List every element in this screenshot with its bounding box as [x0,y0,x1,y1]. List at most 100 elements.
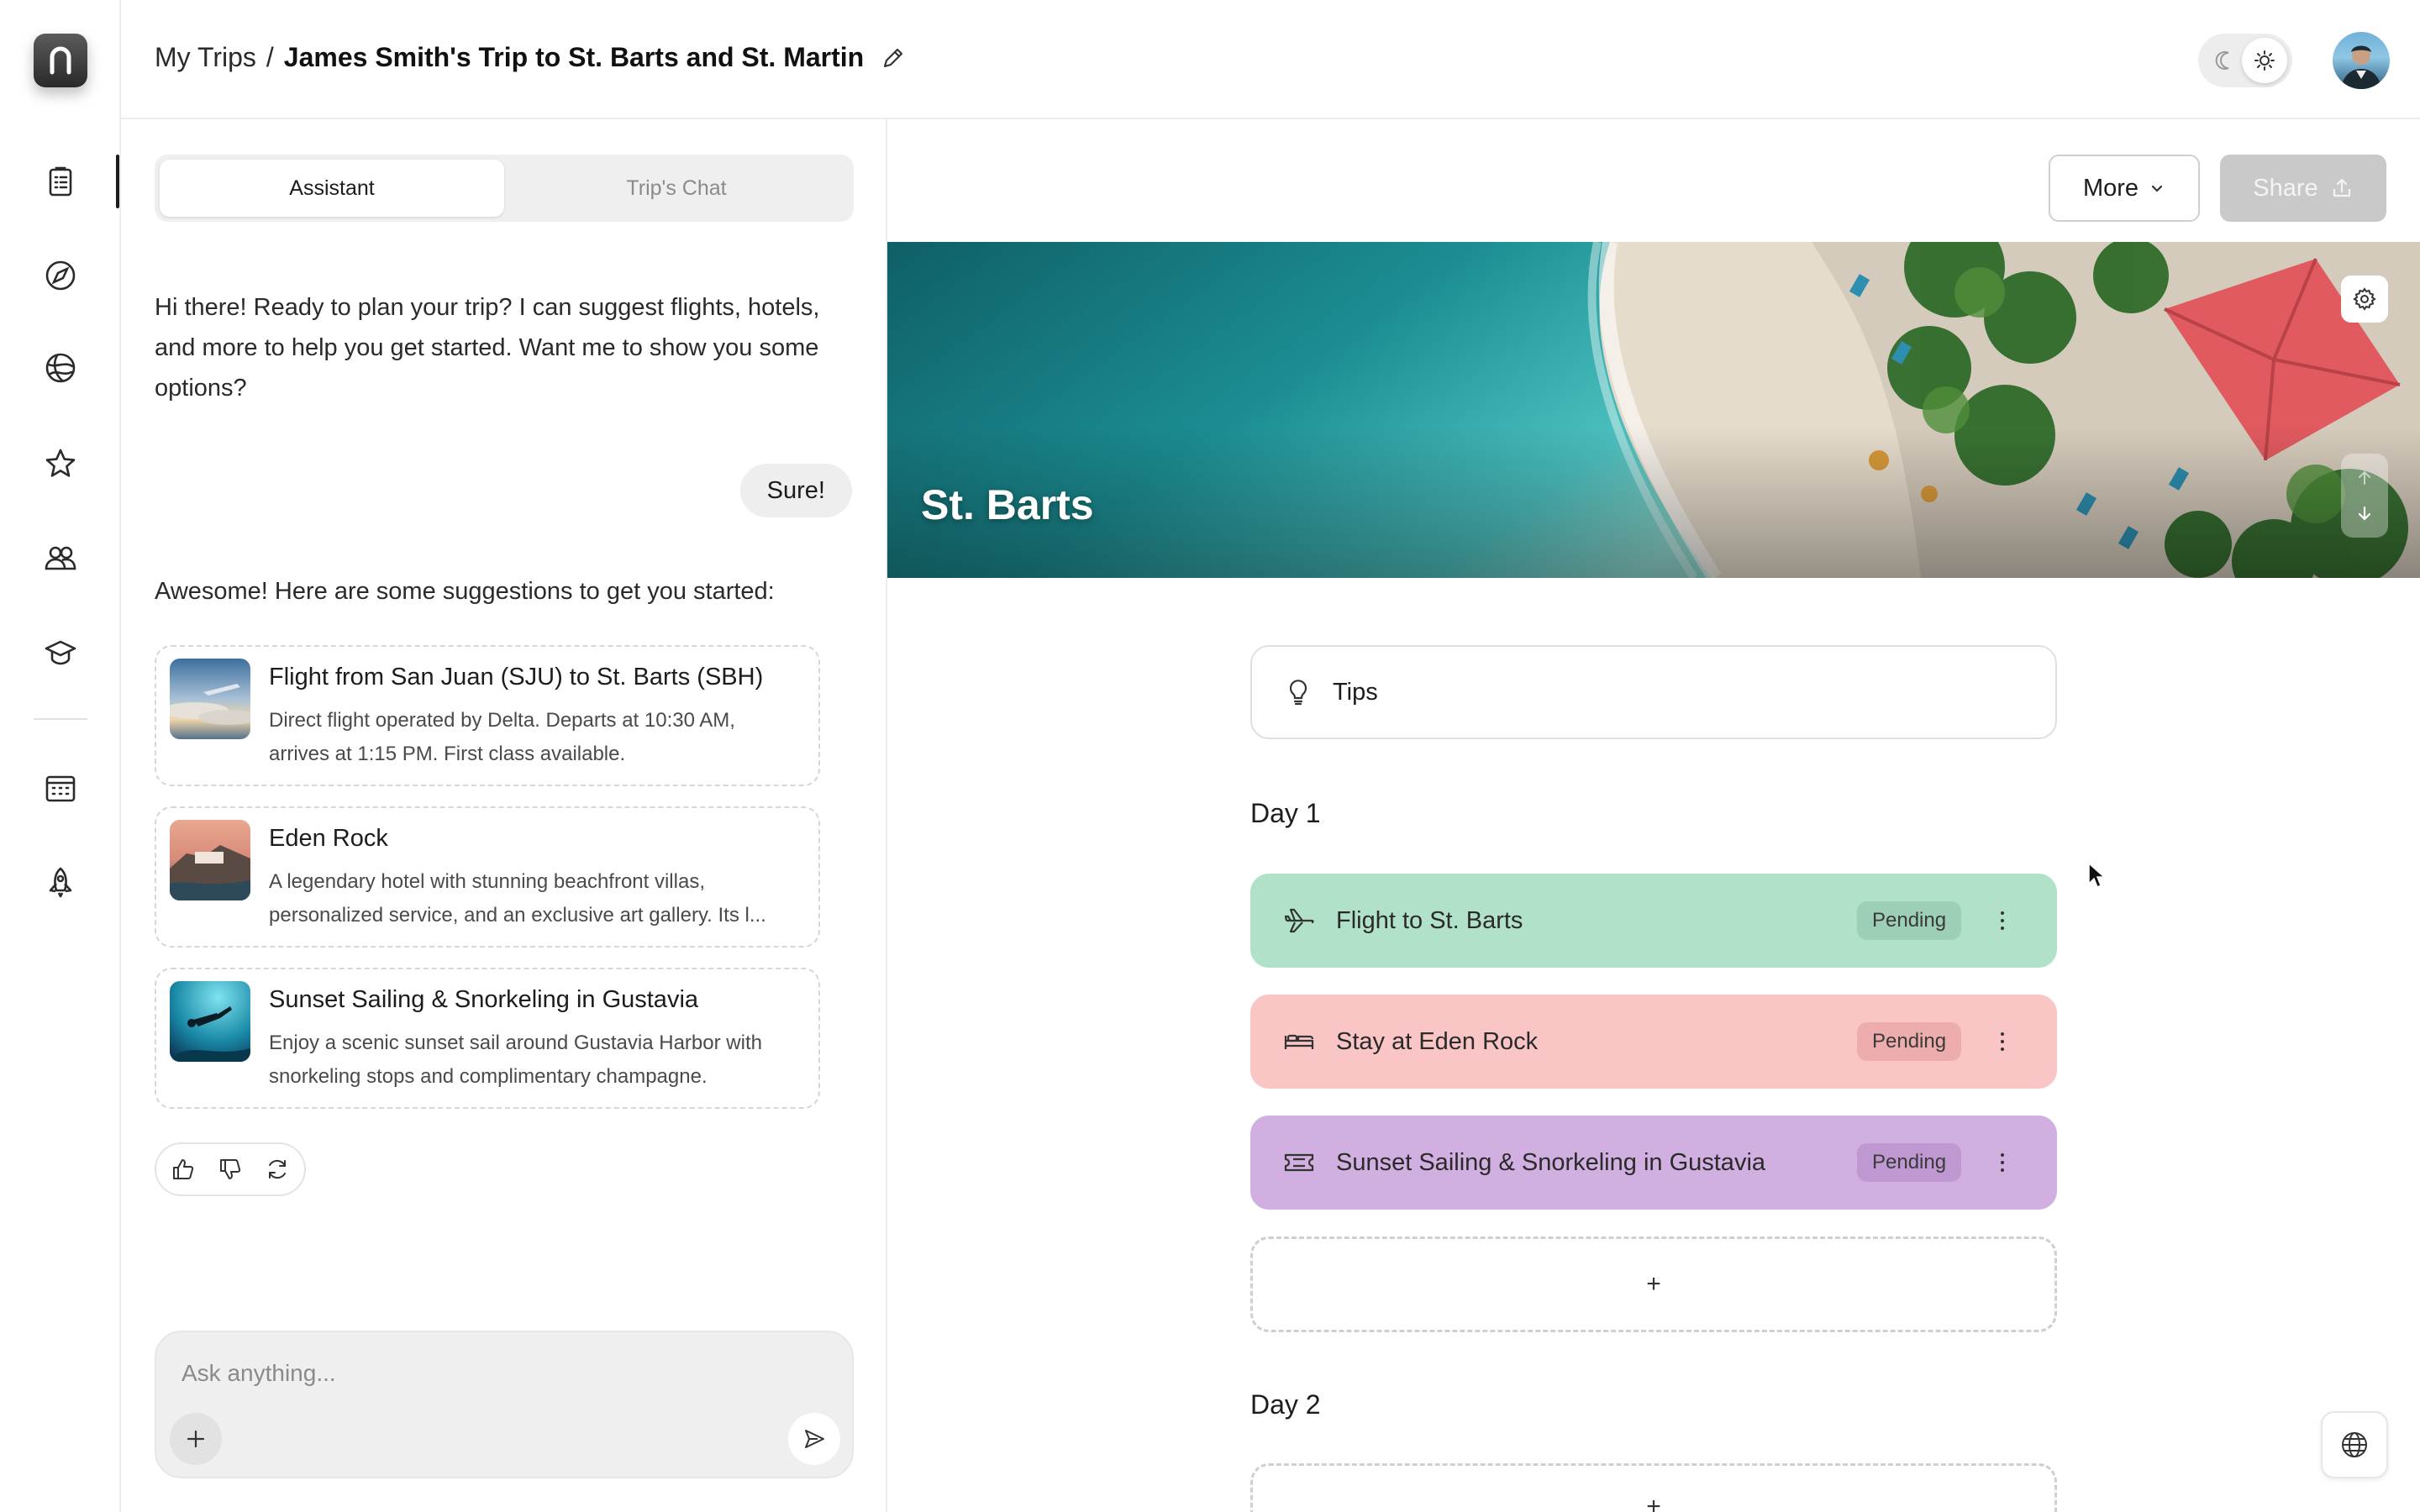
chat-input[interactable] [182,1352,820,1394]
calendar-icon [45,775,76,802]
suggestion-card-flight[interactable]: Flight from San Juan (SJU) to St. Barts … [155,645,820,786]
beach-aerial-image [887,242,2420,578]
breadcrumb-my-trips-link[interactable]: My Trips [155,42,256,73]
move-down-button[interactable] [2355,504,2374,522]
dot [2001,1047,2004,1051]
suggestion-card-activity[interactable]: Sunset Sailing & Snorkeling in Gustavia … [155,968,820,1109]
chat-tabs: Assistant Trip's Chat [155,155,854,222]
suggestion-title: Eden Rock [269,825,388,852]
add-item-day-1-button[interactable]: + [1250,1236,2057,1332]
trip-title: James Smith's Trip to St. Barts and St. … [283,42,865,72]
send-button[interactable] [788,1413,840,1465]
suggestion-desc-line-2: personalized service, and an exclusive a… [269,904,766,927]
more-button[interactable]: More [2049,155,2200,222]
plus-icon [187,1430,205,1448]
item-menu-button[interactable] [1990,900,2015,941]
refresh-icon [269,1159,286,1179]
logo-mark-icon [50,46,71,75]
suggestion-title: Sunset Sailing & Snorkeling in Gustavia [269,986,699,1013]
ticket-icon [1284,1153,1314,1172]
suggestion-thumbnail [170,981,250,1062]
sidebar-item-learn[interactable] [34,625,87,679]
sun-icon [2254,50,2275,71]
star-icon [45,449,76,477]
item-menu-button[interactable] [1990,1142,2015,1183]
users-icon [45,546,76,570]
item-icon-wrap [1281,905,1318,937]
sidebar-item-trips[interactable] [34,155,87,208]
hotel-coast-image [170,820,250,900]
suggestion-description: A legendary hotel with stunning beachfro… [269,865,807,932]
share-button-label: Share [2253,174,2318,202]
edit-title-button[interactable] [881,45,906,71]
status-badge: Pending [1857,1022,1962,1061]
language-button[interactable] [2321,1411,2388,1478]
app-logo[interactable] [34,34,87,87]
send-icon [805,1430,824,1448]
theme-toggle[interactable] [2198,34,2292,87]
item-menu-button[interactable] [1990,1021,2015,1062]
day-1-label: Day 1 [1250,798,1321,828]
assistant-message-followup: Awesome! Here are some suggestions to ge… [155,578,775,605]
sidebar-item-favorites[interactable] [34,437,87,491]
sidebar-item-travelers[interactable] [34,531,87,585]
hero-settings-button[interactable] [2341,276,2388,323]
thumbs-down-icon [220,1159,241,1179]
sky-clouds-image [170,659,250,739]
tips-card[interactable]: Tips [1250,645,2057,739]
lightbulb-icon [1289,680,1307,706]
gear-icon [2353,287,2376,311]
suggestion-description: Direct flight operated by Delta. Departs… [269,704,807,771]
day-2-label: Day 2 [1250,1389,1321,1420]
breadcrumb: My Trips / James Smith's Trip to St. Bar… [155,42,906,73]
sidebar-item-calendar[interactable] [34,761,87,815]
sidebar [0,0,121,1512]
sidebar-item-explore[interactable] [34,249,87,302]
dot [2001,1161,2004,1164]
thumbs-down-button[interactable] [208,1147,252,1191]
assistant-panel: Assistant Trip's Chat Hi there! Ready to… [121,119,887,1512]
rocket-icon [49,867,72,898]
attach-button[interactable] [170,1413,222,1465]
thumbs-up-button[interactable] [161,1147,205,1191]
suggestion-thumbnail [170,659,250,739]
destination-title: St. Barts [921,481,1094,528]
mouse-cursor [2087,862,2106,889]
thumbs-up-icon [173,1159,194,1179]
itinerary-item-stay[interactable]: Stay at Eden Rock Pending [1250,995,2057,1089]
move-up-button[interactable] [2355,469,2374,487]
dot [2001,1153,2004,1157]
suggestion-desc-line-2: arrives at 1:15 PM. First class availabl… [269,743,626,765]
assistant-message-intro: Hi there! Ready to plan your trip? I can… [155,294,820,402]
itinerary-item-flight[interactable]: Flight to St. Barts Pending [1250,874,2057,968]
cursor-arrow-icon [2088,862,2106,889]
suggestion-desc-line-1: A legendary hotel with stunning beachfro… [269,870,705,893]
dot [2001,919,2004,922]
sidebar-divider [34,718,87,720]
add-item-day-2-button[interactable]: + [1250,1463,2057,1512]
theme-toggle-knob [2242,38,2287,83]
arrow-down-icon [2358,506,2371,521]
item-title: Sunset Sailing & Snorkeling in Gustavia [1336,1148,1766,1176]
item-title: Stay at Eden Rock [1336,1027,1539,1055]
item-icon-wrap [1281,1026,1318,1058]
globe-icon [2342,1432,2367,1457]
tab-assistant[interactable]: Assistant [160,160,504,217]
suggestion-description: Enjoy a scenic sunset sail around Gustav… [269,1026,807,1094]
item-icon-wrap [1281,1147,1318,1179]
more-button-label: More [2082,174,2139,202]
tips-label: Tips [1333,678,1378,706]
sidebar-active-indicator [116,155,119,208]
sidebar-item-destinations[interactable] [34,341,87,395]
tab-trips-chat[interactable]: Trip's Chat [504,160,849,217]
pencil-icon [884,48,903,67]
user-message: Sure! [739,464,852,517]
sidebar-item-launch[interactable] [34,855,87,909]
suggestion-card-hotel[interactable]: Eden Rock A legendary hotel with stunnin… [155,806,820,948]
regenerate-button[interactable] [255,1147,299,1191]
dot [2001,1040,2004,1043]
user-avatar[interactable] [2333,32,2390,89]
itinerary-item-activity[interactable]: Sunset Sailing & Snorkeling in Gustavia … [1250,1116,2057,1210]
dot [2001,1032,2004,1036]
share-button[interactable]: Share [2220,155,2386,222]
